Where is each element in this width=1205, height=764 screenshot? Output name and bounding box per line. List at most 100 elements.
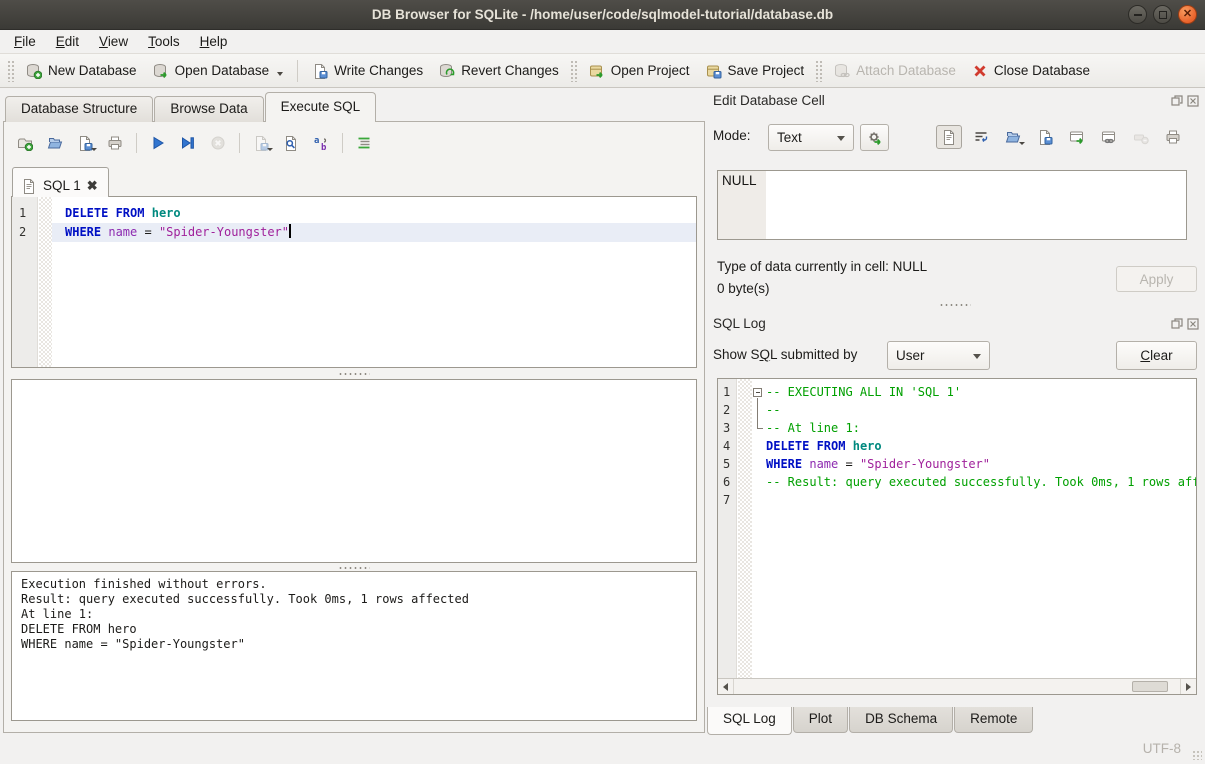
new-database-label: New Database	[48, 63, 137, 78]
toolbar-drag-handle[interactable]	[7, 60, 15, 82]
tab-execute-sql[interactable]: Execute SQL	[265, 92, 377, 122]
dock-tab-db-schema[interactable]: DB Schema	[849, 707, 953, 733]
find-in-sql-button[interactable]	[278, 131, 304, 155]
import-data-button[interactable]	[1000, 125, 1026, 149]
log-line: -- EXECUTING ALL IN 'SQL 1'	[752, 383, 1196, 401]
open-database-button[interactable]: Open Database	[145, 58, 292, 84]
cell-editor[interactable]: NULL	[717, 170, 1187, 240]
toolbar-separator	[239, 133, 240, 153]
minimize-button[interactable]	[1128, 5, 1147, 24]
execute-current-line-button[interactable]	[175, 131, 201, 155]
toolbar-separator	[342, 133, 343, 153]
editor-content[interactable]: DELETE FROM heroWHERE name = "Spider-You…	[52, 197, 696, 367]
print-cell-button[interactable]	[1160, 125, 1186, 149]
scroll-right-icon[interactable]	[1180, 679, 1196, 694]
copy-data-link-button[interactable]	[1096, 125, 1122, 149]
dock-tab-sql-log[interactable]: SQL Log	[707, 707, 792, 735]
export-data-button[interactable]	[1032, 125, 1058, 149]
resize-grip-icon[interactable]	[1192, 750, 1202, 760]
dock-tab-remote[interactable]: Remote	[954, 707, 1033, 733]
sql-filter-combobox[interactable]: User	[887, 341, 990, 370]
toolbar-separator	[297, 60, 298, 82]
save-results-button[interactable]	[248, 131, 274, 155]
menu-file[interactable]: File	[4, 31, 46, 52]
editor-line[interactable]: DELETE FROM hero	[52, 204, 696, 223]
format-sql-button[interactable]	[351, 131, 377, 155]
chevron-down-icon[interactable]	[277, 72, 283, 76]
dock-splitter[interactable]	[711, 300, 1199, 309]
float-icon[interactable]	[1170, 94, 1183, 107]
save-project-button[interactable]: Save Project	[698, 58, 813, 84]
save-sql-file-button[interactable]	[72, 131, 98, 155]
save-file-icon	[1037, 129, 1053, 145]
dock-tab-plot[interactable]: Plot	[793, 707, 848, 733]
toolbar-drag-handle[interactable]	[570, 60, 578, 82]
log-line	[752, 491, 1196, 509]
toolbar-drag-handle[interactable]	[815, 60, 823, 82]
sql-log-view[interactable]: 1234567 -- EXECUTING ALL IN 'SQL 1'---- …	[717, 378, 1197, 695]
fold-marker-icon[interactable]	[752, 383, 766, 401]
close-icon: ✕	[1183, 9, 1192, 20]
stop-execution-button[interactable]	[205, 131, 231, 155]
results-table-view	[11, 379, 697, 563]
close-tab-icon[interactable]: ✖	[87, 178, 98, 194]
log-line: -- Result: query executed successfully. …	[752, 473, 1196, 491]
chevron-down-icon[interactable]	[91, 148, 97, 151]
tab-database-structure[interactable]: Database Structure	[5, 96, 153, 122]
text-view-button[interactable]	[936, 125, 962, 149]
close-database-label: Close Database	[994, 63, 1090, 78]
sql-editor[interactable]: 12 DELETE FROM heroWHERE name = "Spider-…	[11, 196, 697, 368]
print-sql-button[interactable]	[102, 131, 128, 155]
menu-tools[interactable]: Tools	[138, 31, 190, 52]
auto-apply-button[interactable]	[860, 124, 889, 151]
open-external-button[interactable]	[1064, 125, 1090, 149]
chevron-down-icon[interactable]	[267, 148, 273, 151]
text-cursor	[289, 224, 291, 238]
float-icon[interactable]	[1170, 317, 1183, 330]
close-database-button[interactable]: Close Database	[964, 58, 1098, 84]
right-dock-area: Edit Database Cell Mode: Text NULL Type …	[705, 88, 1205, 733]
log-horizontal-scrollbar[interactable]	[718, 678, 1196, 694]
find-replace-button[interactable]: ab	[308, 131, 334, 155]
close-button[interactable]: ✕	[1178, 5, 1197, 24]
cell-editor-toolbar	[936, 125, 1186, 149]
open-project-button[interactable]: Open Project	[581, 58, 698, 84]
window-arrow-icon	[1069, 129, 1085, 145]
attach-database-button[interactable]: Attach Database	[826, 58, 964, 84]
menu-help[interactable]: Help	[190, 31, 238, 52]
scrollbar-thumb[interactable]	[1132, 681, 1168, 692]
edit-cell-dock-title: Edit Database Cell	[713, 93, 825, 108]
new-sql-tab-button[interactable]	[12, 131, 38, 155]
menu-edit[interactable]: Edit	[46, 31, 89, 52]
minimize-icon	[1134, 14, 1142, 16]
revert-changes-button[interactable]: Revert Changes	[431, 58, 567, 84]
log-fold-margin	[738, 379, 752, 678]
close-icon[interactable]	[1186, 317, 1199, 330]
title-bar[interactable]: DB Browser for SQLite - /home/user/code/…	[0, 0, 1205, 30]
tab-browse-data[interactable]: Browse Data	[154, 96, 263, 122]
new-database-button[interactable]: New Database	[18, 58, 145, 84]
write-changes-button[interactable]: Write Changes	[304, 58, 431, 84]
cell-value: NULL	[722, 173, 757, 188]
apply-button[interactable]: Apply	[1116, 266, 1197, 292]
scroll-left-icon[interactable]	[718, 679, 734, 694]
maximize-button[interactable]	[1153, 5, 1172, 24]
edit-cell-dock-buttons	[1170, 94, 1199, 107]
sql-document-icon	[21, 178, 37, 194]
menu-view[interactable]: View	[89, 31, 138, 52]
set-null-button[interactable]	[1128, 125, 1154, 149]
word-wrap-icon	[973, 129, 989, 145]
clear-log-button[interactable]: Clear	[1116, 341, 1197, 370]
editor-line[interactable]: WHERE name = "Spider-Youngster"	[52, 223, 696, 242]
sql-1-tab[interactable]: SQL 1 ✖	[12, 167, 109, 197]
execute-all-button[interactable]	[145, 131, 171, 155]
project-open-icon	[589, 63, 605, 79]
close-icon[interactable]	[1186, 94, 1199, 107]
word-wrap-button[interactable]	[968, 125, 994, 149]
db-new-icon	[26, 63, 42, 79]
open-sql-file-button[interactable]	[42, 131, 68, 155]
mode-combobox[interactable]: Text	[768, 124, 854, 151]
editor-results-splitter[interactable]	[11, 369, 697, 378]
chevron-down-icon[interactable]	[1019, 142, 1025, 145]
window-controls: ✕	[1128, 5, 1197, 24]
